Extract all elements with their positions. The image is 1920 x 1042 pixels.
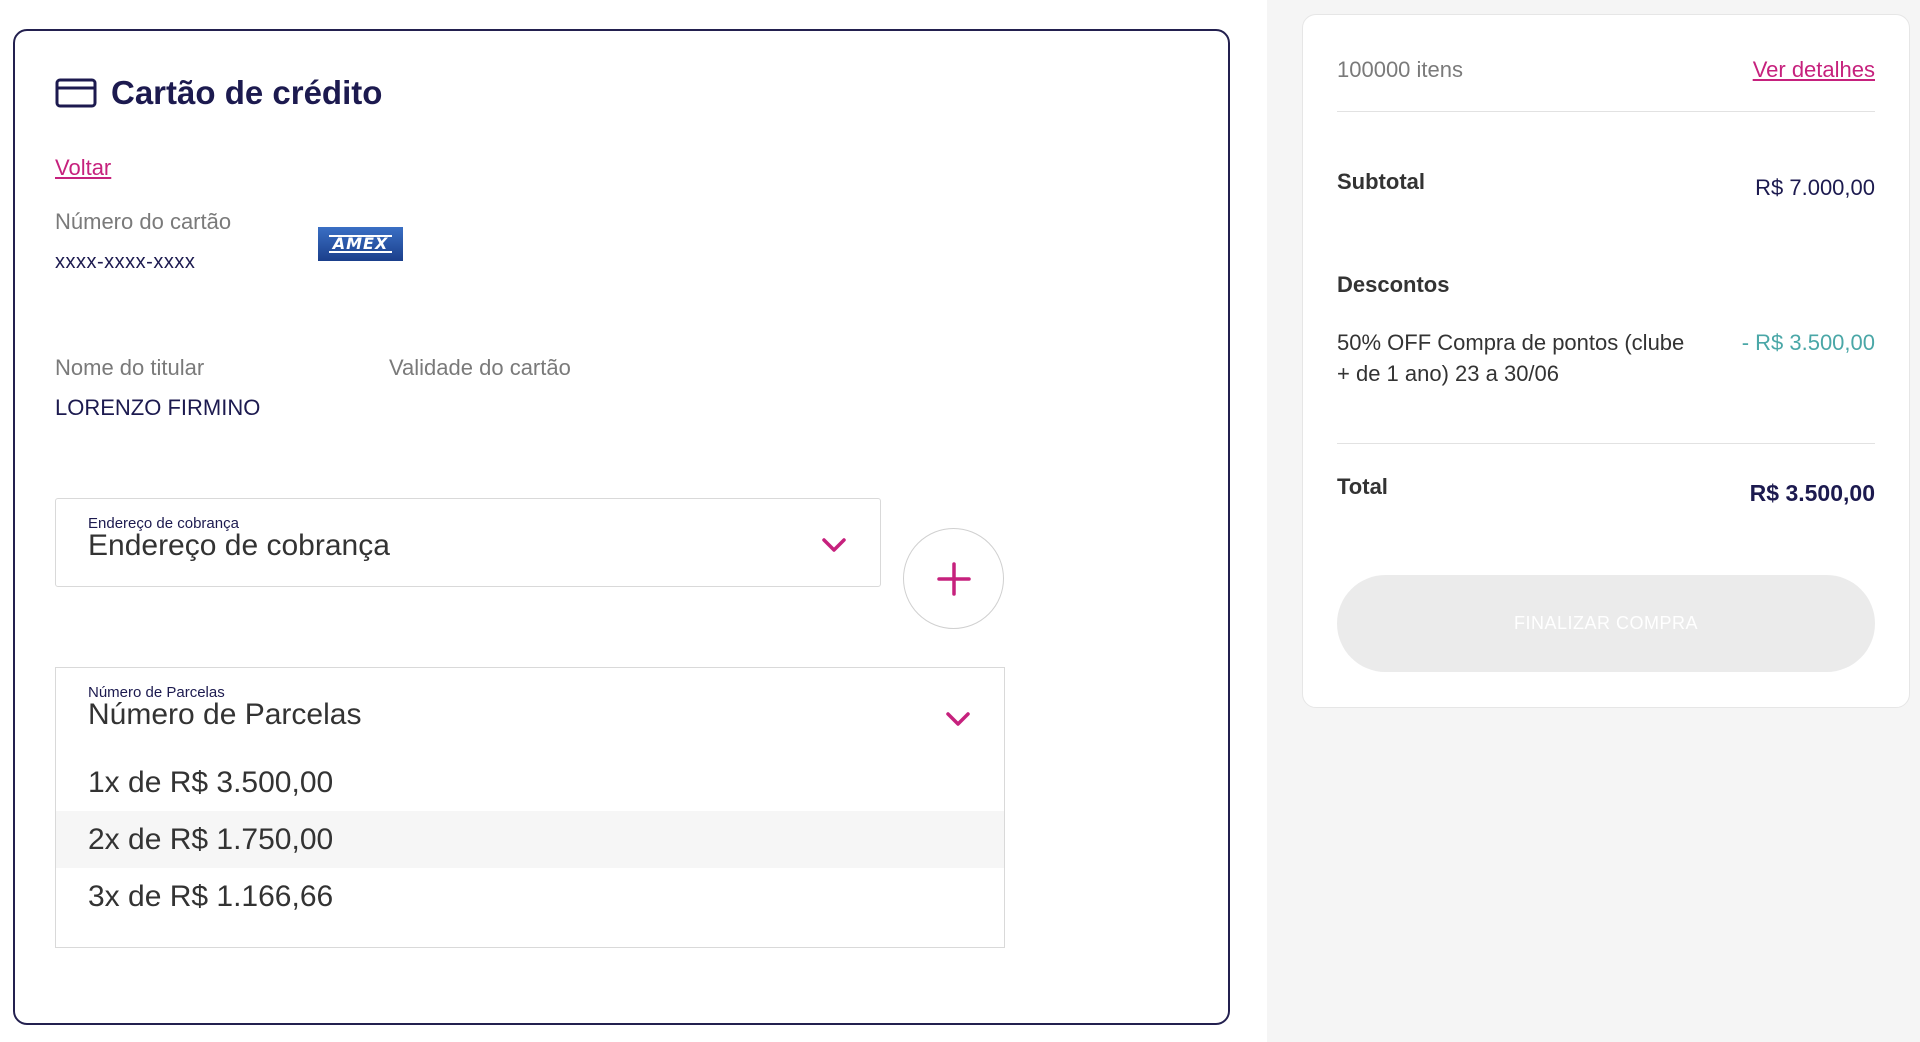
subtotal-label: Subtotal <box>1337 169 1425 194</box>
divider <box>1337 443 1875 444</box>
back-link[interactable]: Voltar <box>55 155 111 181</box>
subtotal-value: R$ 7.000,00 <box>1755 175 1875 200</box>
installment-option-2[interactable]: 2x de R$ 1.750,00 <box>56 811 1004 868</box>
panel-header: Cartão de crédito <box>55 74 382 112</box>
chevron-down-icon <box>822 538 846 552</box>
discount-description: 50% OFF Compra de pontos (clube + de 1 a… <box>1337 330 1685 386</box>
finalize-purchase-button[interactable]: FINALIZAR COMPRA <box>1337 575 1875 672</box>
discount-value: - R$ 3.500,00 <box>1741 330 1875 355</box>
installment-option-1[interactable]: 1x de R$ 3.500,00 <box>56 754 1004 811</box>
total-value: R$ 3.500,00 <box>1749 480 1875 506</box>
installments-placeholder: Número de Parcelas <box>88 698 362 731</box>
card-number-value: xxxx-xxxx-xxxx <box>55 251 196 273</box>
billing-address-select[interactable]: Endereço de cobrança Endereço de cobranç… <box>55 498 881 587</box>
installments-dropdown[interactable]: Número de Parcelas Número de Parcelas 1x… <box>55 667 1005 948</box>
view-details-link[interactable]: Ver detalhes <box>1753 57 1875 83</box>
add-address-button[interactable] <box>903 528 1004 629</box>
credit-card-icon <box>55 78 97 108</box>
holder-value: LORENZO FIRMINO <box>55 395 261 420</box>
expiry-label: Validade do cartão <box>389 355 571 380</box>
holder-label: Nome do titular <box>55 355 205 380</box>
card-number-label: Número do cartão <box>55 209 232 234</box>
items-count: 100000 itens <box>1337 57 1463 82</box>
billing-address-placeholder: Endereço de cobrança <box>88 529 390 562</box>
chevron-down-icon <box>946 712 970 726</box>
plus-icon <box>936 561 971 596</box>
installment-option-3[interactable]: 3x de R$ 1.166,66 <box>56 868 1004 925</box>
order-summary: 100000 itens Ver detalhes Subtotal R$ 7.… <box>1302 14 1910 708</box>
amex-logo: AMEX <box>318 227 403 261</box>
total-label: Total <box>1337 474 1388 499</box>
panel-title: Cartão de crédito <box>111 74 383 111</box>
discounts-label: Descontos <box>1337 272 1450 297</box>
credit-card-panel: Cartão de crédito Voltar Número do cartã… <box>13 29 1230 1025</box>
divider <box>1337 111 1875 112</box>
